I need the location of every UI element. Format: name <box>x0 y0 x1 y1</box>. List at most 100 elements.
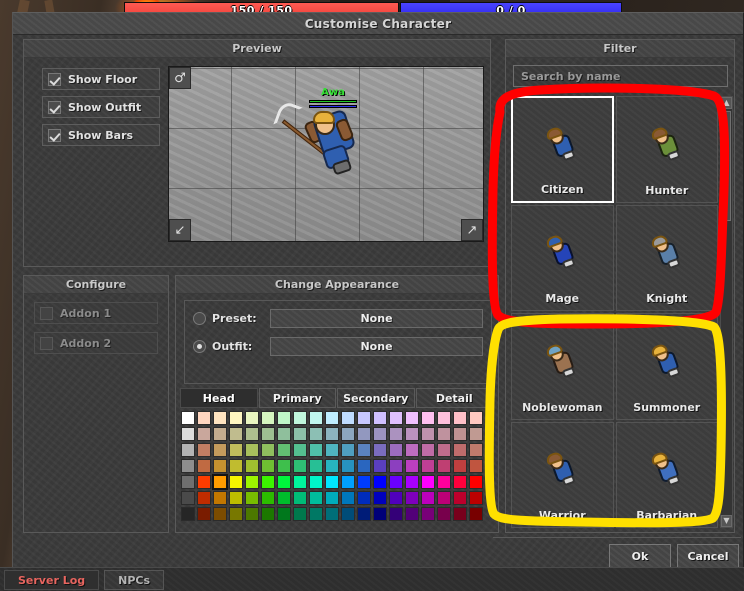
color-swatch[interactable] <box>373 475 387 489</box>
color-swatch[interactable] <box>213 427 227 441</box>
color-swatch[interactable] <box>309 507 323 521</box>
outfit-cell[interactable]: Barbarian <box>615 421 718 528</box>
color-swatch[interactable] <box>197 443 211 457</box>
color-swatch[interactable] <box>405 411 419 425</box>
color-swatch[interactable] <box>341 491 355 505</box>
color-swatch[interactable] <box>325 507 339 521</box>
color-swatch[interactable] <box>229 507 243 521</box>
color-swatch[interactable] <box>293 411 307 425</box>
color-swatch[interactable] <box>309 491 323 505</box>
color-swatch[interactable] <box>357 507 371 521</box>
color-swatch[interactable] <box>325 411 339 425</box>
outfit-value[interactable]: None <box>270 337 483 356</box>
outfit-row[interactable]: Outfit: None <box>193 336 483 357</box>
color-swatch[interactable] <box>181 427 195 441</box>
checkbox-addon-1[interactable]: Addon 1 <box>34 302 158 324</box>
color-swatch[interactable] <box>309 459 323 473</box>
search-input[interactable]: Search by name <box>513 65 728 87</box>
color-swatch[interactable] <box>325 491 339 505</box>
color-swatch[interactable] <box>229 491 243 505</box>
color-swatch[interactable] <box>389 459 403 473</box>
color-swatch[interactable] <box>181 491 195 505</box>
color-swatch[interactable] <box>437 443 451 457</box>
color-swatch[interactable] <box>421 507 435 521</box>
color-swatch[interactable] <box>453 443 467 457</box>
color-swatch[interactable] <box>277 427 291 441</box>
color-swatch[interactable] <box>437 411 451 425</box>
color-swatch[interactable] <box>181 507 195 521</box>
tab-server-log[interactable]: Server Log <box>4 569 100 590</box>
color-swatch[interactable] <box>405 427 419 441</box>
color-swatch[interactable] <box>421 443 435 457</box>
color-swatch[interactable] <box>405 475 419 489</box>
color-swatch[interactable] <box>261 411 275 425</box>
color-swatch[interactable] <box>405 443 419 457</box>
color-swatch[interactable] <box>245 475 259 489</box>
color-swatch[interactable] <box>181 475 195 489</box>
arrow-up-right-icon[interactable]: ↗ <box>461 219 483 241</box>
color-swatch[interactable] <box>229 411 243 425</box>
color-swatch[interactable] <box>437 427 451 441</box>
color-swatch[interactable] <box>213 507 227 521</box>
checkbox-addon-2[interactable]: Addon 2 <box>34 332 158 354</box>
outfit-cell[interactable]: Summoner <box>615 313 718 420</box>
color-swatch[interactable] <box>469 491 483 505</box>
color-swatch[interactable] <box>277 443 291 457</box>
color-swatch[interactable] <box>357 475 371 489</box>
color-swatch[interactable] <box>309 411 323 425</box>
color-swatch[interactable] <box>197 475 211 489</box>
color-swatch[interactable] <box>245 507 259 521</box>
color-swatch[interactable] <box>405 459 419 473</box>
color-swatch[interactable] <box>469 507 483 521</box>
color-swatch[interactable] <box>181 459 195 473</box>
tab-primary[interactable]: Primary <box>258 388 336 408</box>
color-swatch[interactable] <box>229 459 243 473</box>
color-swatch[interactable] <box>325 475 339 489</box>
color-swatch[interactable] <box>357 411 371 425</box>
color-swatch[interactable] <box>341 507 355 521</box>
triangle-up-icon[interactable]: ▲ <box>721 97 732 109</box>
color-swatch[interactable] <box>453 507 467 521</box>
color-swatch[interactable] <box>453 459 467 473</box>
color-swatch[interactable] <box>261 459 275 473</box>
color-swatch[interactable] <box>341 427 355 441</box>
character-preview-view[interactable]: Awa ♂ ↙ ↗ <box>168 66 484 242</box>
color-palette[interactable] <box>179 409 495 529</box>
preset-row[interactable]: Preset: None <box>193 308 483 329</box>
color-swatch[interactable] <box>373 459 387 473</box>
tab-secondary[interactable]: Secondary <box>337 388 415 408</box>
color-swatch[interactable] <box>309 443 323 457</box>
color-swatch[interactable] <box>373 443 387 457</box>
color-swatch[interactable] <box>437 475 451 489</box>
color-swatch[interactable] <box>421 411 435 425</box>
preset-value[interactable]: None <box>270 309 483 328</box>
color-swatch[interactable] <box>245 411 259 425</box>
color-swatch[interactable] <box>277 507 291 521</box>
color-swatch[interactable] <box>197 411 211 425</box>
color-swatch[interactable] <box>469 443 483 457</box>
color-swatch[interactable] <box>357 443 371 457</box>
color-swatch[interactable] <box>261 491 275 505</box>
color-swatch[interactable] <box>437 507 451 521</box>
color-swatch[interactable] <box>437 459 451 473</box>
scrollbar-thumb[interactable] <box>722 111 731 221</box>
checkbox-show-floor[interactable]: Show Floor <box>42 68 160 90</box>
color-swatch[interactable] <box>421 491 435 505</box>
color-swatch[interactable] <box>389 427 403 441</box>
color-swatch[interactable] <box>245 491 259 505</box>
checkbox-show-outfit[interactable]: Show Outfit <box>42 96 160 118</box>
color-swatch[interactable] <box>181 443 195 457</box>
color-swatch[interactable] <box>213 459 227 473</box>
color-swatch[interactable] <box>357 459 371 473</box>
color-swatch[interactable] <box>453 475 467 489</box>
color-swatch[interactable] <box>309 475 323 489</box>
color-swatch[interactable] <box>373 411 387 425</box>
color-swatch[interactable] <box>293 427 307 441</box>
color-swatch[interactable] <box>229 427 243 441</box>
cancel-button[interactable]: Cancel <box>677 544 739 568</box>
color-swatch[interactable] <box>389 491 403 505</box>
color-swatch[interactable] <box>293 443 307 457</box>
color-swatch[interactable] <box>389 507 403 521</box>
color-swatch[interactable] <box>421 475 435 489</box>
color-swatch[interactable] <box>357 427 371 441</box>
